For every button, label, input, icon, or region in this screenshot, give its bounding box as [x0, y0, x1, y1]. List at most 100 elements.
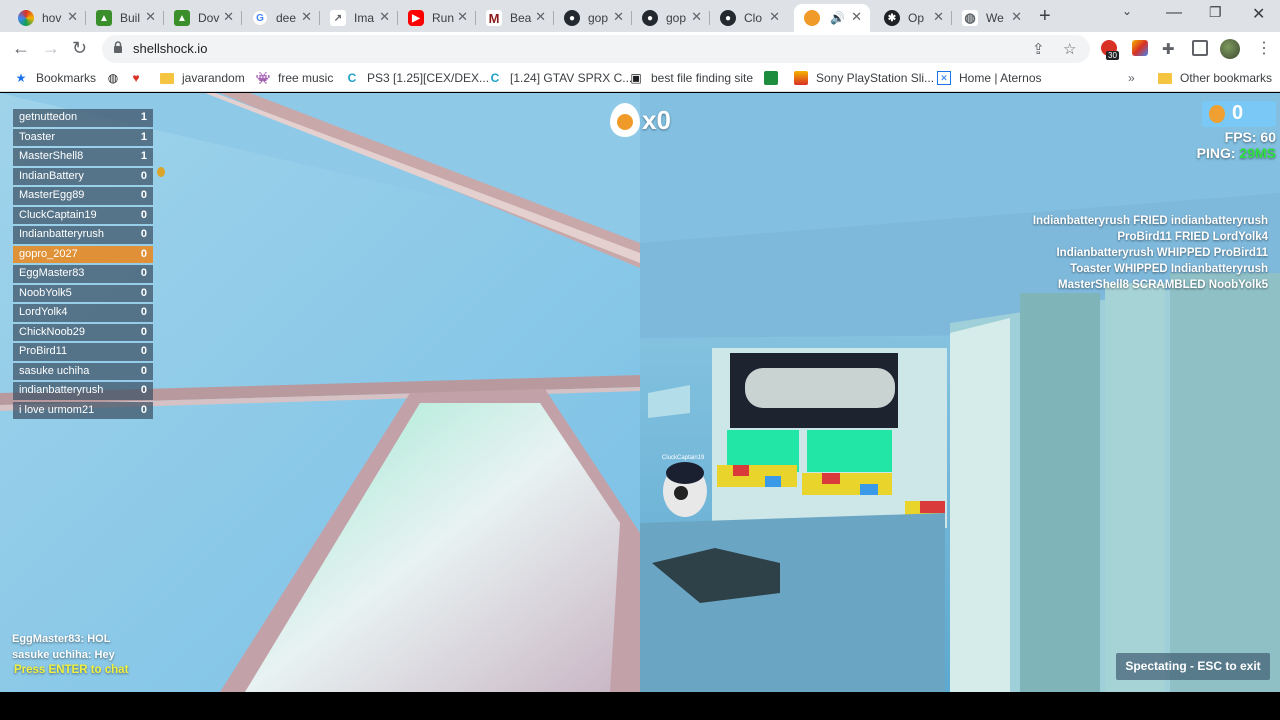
- forward-arrow-icon[interactable]: →: [42, 38, 60, 59]
- tab-3[interactable]: ▲ Dov ✕: [164, 4, 242, 32]
- scoreboard-row: MasterEgg89 0: [13, 187, 153, 205]
- player-name: IndianBattery: [19, 169, 84, 182]
- scoreboard-row: i love urmom21 0: [13, 401, 153, 419]
- address-bar[interactable]: shellshock.io ⇪ ☆: [102, 35, 1090, 63]
- close-icon[interactable]: ✕: [769, 9, 780, 25]
- bookmark-item[interactable]: ✕ Home | Aternos: [937, 71, 1042, 85]
- player-score: 0: [140, 267, 147, 279]
- close-icon[interactable]: ✕: [301, 9, 312, 25]
- chat-panel: EggMaster83: HOL sasuke uchiha: Hey Pres…: [12, 631, 128, 676]
- close-icon[interactable]: ✕: [457, 9, 468, 25]
- killfeed-entry: Indianbatteryrush WHIPPED ProBird11: [1056, 247, 1268, 259]
- close-icon[interactable]: ✕: [851, 9, 862, 25]
- ping-readout: PING: 29MS: [1196, 145, 1276, 161]
- killfeed-entry: Indianbatteryrush FRIED indianbatteryrus…: [1032, 215, 1268, 227]
- scoreboard-row: LordYolk4 0: [13, 304, 153, 322]
- game-viewport[interactable]: getnuttedon 1 Toaster 1 MasterShell8 1 IndianB…: [0, 93, 1280, 692]
- c-logo-icon: C: [490, 71, 500, 85]
- close-icon[interactable]: ✕: [223, 9, 234, 25]
- share-icon[interactable]: ⇪: [1032, 40, 1045, 58]
- player-name: Toaster: [19, 130, 56, 143]
- bookmark-item[interactable]: [764, 71, 786, 85]
- google-icon: G: [252, 10, 268, 26]
- ping-value: 29MS: [1239, 145, 1276, 161]
- tab-4[interactable]: G dee ✕: [242, 4, 320, 32]
- chart-icon: ↗: [330, 10, 346, 26]
- player-nametag: CluckCaptain19: [662, 455, 705, 461]
- tab-shellshock-active[interactable]: 🔊 ✕: [794, 4, 870, 32]
- player-name: NoobYolk5: [19, 286, 72, 299]
- spectate-banner[interactable]: Spectating - ESC to exit: [1116, 653, 1270, 680]
- tab-11[interactable]: ✱ Op ✕: [874, 4, 952, 32]
- close-icon[interactable]: ✕: [1011, 9, 1022, 25]
- lock-icon[interactable]: [113, 41, 123, 53]
- egg-skull-icon: [610, 103, 640, 137]
- avatar[interactable]: [1220, 39, 1240, 59]
- minimize-icon[interactable]: —: [1166, 4, 1182, 22]
- tab-8[interactable]: ● gop ✕: [554, 4, 632, 32]
- bookmark-item[interactable]: javarandom: [160, 71, 245, 85]
- player-name: EggMaster83: [19, 267, 85, 279]
- tab-6[interactable]: ▶ Run ✕: [398, 4, 476, 32]
- tab-7[interactable]: M Bea ✕: [476, 4, 554, 32]
- close-icon[interactable]: ✕: [691, 9, 702, 25]
- tab-12[interactable]: ◍ We ✕: [952, 4, 1030, 32]
- bookmark-item[interactable]: ▣ best file finding site: [629, 71, 753, 85]
- new-tab-plus-icon[interactable]: +: [1039, 5, 1051, 28]
- maximize-icon[interactable]: ❐: [1209, 4, 1222, 21]
- close-icon[interactable]: ✕: [933, 9, 944, 25]
- tab-5[interactable]: ↗ Ima ✕: [320, 4, 398, 32]
- window-close-icon[interactable]: ✕: [1252, 4, 1265, 24]
- close-icon[interactable]: ✕: [379, 9, 390, 25]
- close-icon[interactable]: ✕: [535, 9, 546, 25]
- close-icon[interactable]: ✕: [145, 9, 156, 25]
- player-name: gopro_2027: [19, 247, 78, 260]
- chat-prompt[interactable]: Press ENTER to chat: [14, 664, 128, 676]
- globe-icon: ◍: [107, 71, 119, 85]
- close-icon[interactable]: ✕: [613, 9, 624, 25]
- tab-2[interactable]: ▲ Buil ✕: [86, 4, 164, 32]
- side-panel-icon[interactable]: [1192, 40, 1208, 56]
- star-icon: ★: [15, 71, 27, 85]
- player-score: 1: [140, 130, 147, 143]
- bookmark-item[interactable]: ★ Bookmarks: [14, 71, 96, 85]
- bookmark-item[interactable]: C PS3 [1.25][CEX/DEX...: [345, 71, 489, 85]
- player-name: sasuke uchiha: [19, 364, 90, 377]
- tab-9[interactable]: ● gop ✕: [632, 4, 710, 32]
- extension-badge: 30: [1106, 51, 1119, 60]
- chevron-right-icon[interactable]: »: [1128, 71, 1135, 85]
- bookmark-item[interactable]: ◍: [106, 71, 128, 85]
- player-score: 0: [140, 189, 147, 201]
- player-name: getnuttedon: [19, 111, 78, 123]
- bookmark-item[interactable]: Sony PlayStation Sli...: [794, 71, 934, 85]
- player-score: 1: [140, 111, 147, 123]
- other-bookmarks[interactable]: Other bookmarks: [1158, 71, 1272, 85]
- puzzle-icon[interactable]: ✚: [1162, 40, 1175, 58]
- player-score: 0: [140, 325, 147, 338]
- speaker-icon[interactable]: 🔊: [830, 11, 845, 25]
- tab-label: Buil: [120, 11, 141, 25]
- aternos-icon: ✕: [937, 71, 951, 85]
- globe-icon: ◍: [962, 10, 978, 26]
- tab-1[interactable]: hov ✕: [8, 4, 86, 32]
- reload-icon[interactable]: ↻: [72, 38, 87, 59]
- close-icon[interactable]: ✕: [67, 9, 78, 25]
- letterbox-bar: [0, 692, 1280, 720]
- bookmark-item[interactable]: 👾 free music: [256, 71, 334, 85]
- url-text[interactable]: shellshock.io: [133, 41, 207, 56]
- bookmark-star-icon[interactable]: ☆: [1063, 40, 1076, 58]
- bookmark-item[interactable]: ♥: [129, 71, 151, 85]
- back-arrow-icon[interactable]: ←: [12, 38, 30, 59]
- github-icon: ●: [642, 10, 658, 26]
- player-score: 0: [140, 169, 147, 182]
- tab-search-chevron-icon[interactable]: ⌄: [1122, 4, 1132, 18]
- extension-color-icon[interactable]: [1132, 40, 1148, 56]
- player-score: 0: [140, 345, 147, 357]
- tab-10[interactable]: ● Clo ✕: [710, 4, 788, 32]
- fps-readout: FPS: 60: [1224, 129, 1276, 145]
- menu-kebab-icon[interactable]: ⋮: [1256, 38, 1272, 58]
- bookmark-item[interactable]: C [1.24] GTAV SPRX C...: [488, 71, 633, 85]
- tab-label: Ima: [354, 11, 375, 25]
- player-score: 0: [140, 247, 147, 260]
- chat-message: sasuke uchiha: Hey: [12, 649, 115, 661]
